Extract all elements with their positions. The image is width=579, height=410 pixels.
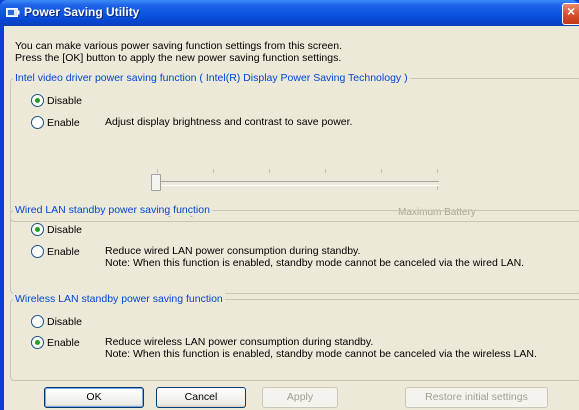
intel-disable-label: Disable [47,94,83,107]
power-saving-utility-window: Power Saving Utility × You can make vari… [0,0,579,410]
apply-button[interactable]: Apply [262,387,338,408]
slider-tick [269,169,270,173]
dialog-body: You can make various power saving functi… [4,26,579,410]
wireless-enable-label: Enable [47,336,80,349]
battery-quality-slider-track[interactable] [154,181,439,186]
intel-enable-radio[interactable]: Enable [31,116,80,129]
radio-selected-icon [31,94,44,107]
wired-group-title: Wired LAN standby power saving function [13,204,212,216]
radio-unselected-icon [31,116,44,129]
wireless-description-line-1: Reduce wireless LAN power consumption du… [105,336,374,348]
intro-line-1: You can make various power saving functi… [15,40,343,52]
wired-enable-radio[interactable]: Enable [31,245,80,258]
wireless-group-title: Wireless LAN standby power saving functi… [13,293,225,305]
intro-line-2: Press the [OK] button to apply the new p… [15,52,342,64]
intel-group-title: Intel video driver power saving function… [13,72,410,84]
slider-tick [213,169,214,173]
wireless-description: Reduce wireless LAN power consumption du… [105,336,537,360]
intel-description: Adjust display brightness and contrast t… [105,116,353,128]
wired-description-line-1: Reduce wired LAN power consumption durin… [105,245,361,257]
radio-unselected-icon [31,315,44,328]
slider-tick [157,169,158,173]
ok-button[interactable]: OK [44,387,144,408]
radio-selected-icon [31,223,44,236]
intel-power-group: Intel video driver power saving function… [10,72,579,222]
intro-text: You can make various power saving functi… [15,40,342,64]
radio-unselected-icon [31,245,44,258]
slider-tick [325,169,326,173]
window-title: Power Saving Utility [24,5,140,19]
cancel-button[interactable]: Cancel [156,387,246,408]
slider-tick [437,186,438,190]
intel-disable-radio[interactable]: Disable [31,94,82,107]
wireless-enable-radio[interactable]: Enable [31,336,80,349]
wired-disable-label: Disable [47,223,83,236]
slider-tick [437,169,438,173]
intel-enable-label: Enable [47,116,80,129]
close-button[interactable]: × [562,3,579,25]
wireless-description-line-2: Note: When this function is enabled, sta… [105,348,537,360]
wireless-disable-radio[interactable]: Disable [31,315,82,328]
slider-tick [381,169,382,173]
wired-disable-radio[interactable]: Disable [31,223,82,236]
wireless-disable-label: Disable [47,315,83,328]
wired-enable-label: Enable [47,245,80,258]
restore-initial-settings-button[interactable]: Restore initial settings [405,387,548,408]
radio-selected-icon [31,336,44,349]
close-icon: × [567,3,576,19]
wired-description-line-2: Note: When this function is enabled, sta… [105,257,525,269]
title-bar[interactable]: Power Saving Utility × [0,0,579,26]
slider-thumb[interactable] [151,174,161,191]
battery-icon [6,8,20,17]
wired-description: Reduce wired LAN power consumption durin… [105,245,524,269]
